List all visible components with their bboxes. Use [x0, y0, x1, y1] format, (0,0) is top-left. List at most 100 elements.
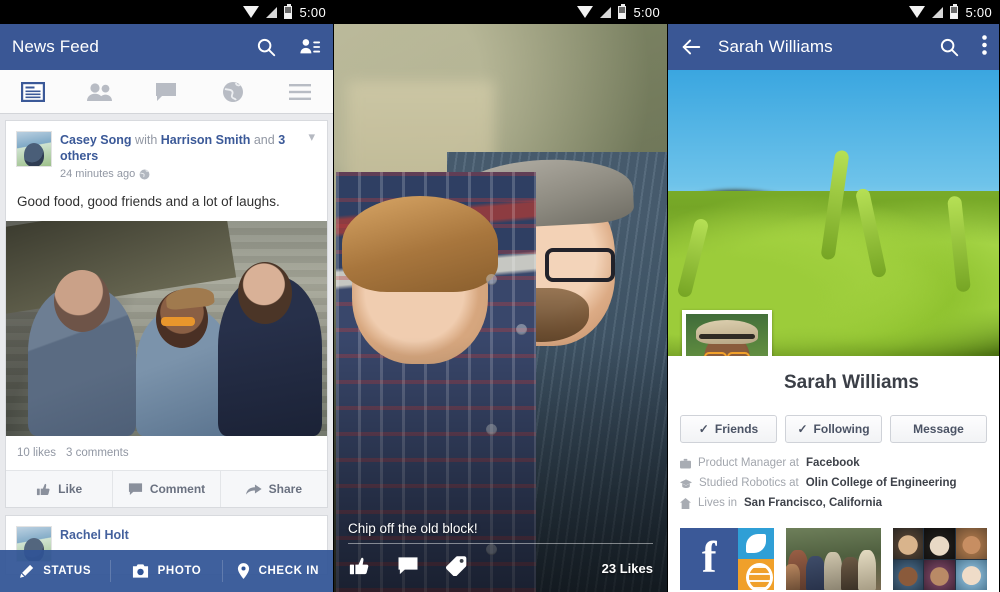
photo-composer-button[interactable]: PHOTO [111, 560, 223, 582]
home-icon [680, 498, 691, 509]
overflow-menu-icon[interactable] [982, 34, 987, 60]
page-title: Sarah Williams [718, 37, 833, 56]
post-photo[interactable] [6, 221, 327, 436]
profile-tiles: About Photos [680, 528, 987, 592]
briefcase-icon [680, 458, 691, 469]
post-timestamp-row: 24 minutes ago [60, 166, 306, 182]
wifi-icon [577, 5, 594, 18]
tab-bar [0, 70, 333, 114]
post-stats: 10 likes 3 comments [6, 436, 327, 471]
friends-icon [86, 82, 112, 101]
and-word: and [253, 133, 275, 147]
hamburger-menu-icon [288, 83, 311, 100]
post-header: Casey Song with Harrison Smith and 3 oth… [6, 121, 327, 188]
photo-like-count[interactable]: 23 Likes [602, 561, 653, 576]
fact-work-value[interactable]: Facebook [806, 456, 860, 471]
signal-icon [600, 7, 612, 18]
with-word: with [135, 133, 158, 147]
thumbs-up-icon [349, 557, 369, 574]
tag-button[interactable] [445, 555, 468, 581]
checkin-composer-button[interactable]: CHECK IN [223, 560, 333, 582]
comment-icon [128, 483, 142, 495]
status-bar: 5:00 [334, 0, 667, 24]
post-tagged-friend[interactable]: Harrison Smith [161, 133, 251, 147]
panel-photo-viewer: 5:00 Chip off the old block! 23 Likes [334, 0, 668, 592]
friend-requests-icon[interactable] [299, 36, 321, 58]
wifi-icon [909, 5, 926, 18]
comment-button[interactable]: Comment [113, 471, 221, 507]
page-title: News Feed [12, 37, 99, 56]
battery-icon [284, 3, 293, 19]
composer-bar: STATUS PHOTO CHECK IN [0, 550, 333, 592]
fact-education-value[interactable]: Olin College of Engineering [806, 476, 957, 491]
wifi-icon [243, 5, 260, 18]
camera-icon [132, 564, 148, 578]
photo-action-bar: 23 Likes [334, 544, 667, 592]
fact-work: Product Manager at Facebook [680, 456, 989, 471]
following-button[interactable]: ✓ Following [785, 415, 882, 443]
search-icon[interactable] [255, 36, 277, 58]
profile-picture[interactable] [682, 310, 772, 356]
post-author[interactable]: Rachel Holt [60, 528, 129, 542]
photo-label: PHOTO [157, 565, 202, 577]
battery-icon [618, 3, 627, 19]
like-count[interactable]: 10 likes [17, 447, 56, 459]
like-button[interactable]: Like [6, 471, 114, 507]
comment-count[interactable]: 3 comments [66, 447, 129, 459]
like-button[interactable] [348, 555, 371, 582]
avatar[interactable] [16, 131, 52, 167]
sidebar-item-friends[interactable] [67, 70, 134, 113]
thumbs-up-icon [37, 483, 50, 495]
status-bar-time: 5:00 [965, 4, 992, 20]
graduation-icon [680, 478, 692, 488]
friends-button[interactable]: ✓ Friends [680, 415, 777, 443]
sidebar-item-messages[interactable] [133, 70, 200, 113]
sidebar-item-more[interactable] [266, 70, 333, 113]
friends-tile-image [892, 528, 987, 590]
status-bar-time: 5:00 [299, 4, 326, 20]
fact-location-prefix: Lives in [698, 497, 737, 509]
panel-news-feed: 5:00 News Feed Casey Song with Harrison … [0, 0, 334, 592]
photo-caption: Chip off the old block! [348, 521, 478, 536]
chevron-down-icon[interactable]: ▾ [306, 130, 317, 182]
news-feed-list[interactable]: Casey Song with Harrison Smith and 3 oth… [0, 114, 333, 592]
status-composer-button[interactable]: STATUS [0, 560, 112, 582]
post-author-line: Casey Song with Harrison Smith and 3 oth… [60, 131, 306, 182]
friends-button-label: Friends [714, 422, 759, 436]
photos-tile-image [786, 528, 881, 590]
status-label: STATUS [43, 565, 92, 577]
fact-location-value[interactable]: San Francisco, California [744, 496, 882, 511]
post-author[interactable]: Casey Song [60, 133, 132, 147]
share-button[interactable]: Share [220, 471, 327, 507]
status-bar-time: 5:00 [633, 4, 660, 20]
profile-facts: Product Manager at Facebook Studied Robo… [680, 456, 989, 516]
about-tile[interactable]: About [680, 528, 775, 592]
globe-icon [139, 169, 150, 179]
comment-button[interactable] [397, 556, 419, 580]
check-icon: ✓ [698, 422, 709, 436]
back-arrow-icon[interactable] [680, 36, 702, 58]
sidebar-item-notifications[interactable] [200, 70, 267, 113]
cover-photo[interactable] [668, 70, 999, 356]
profile-action-buttons: ✓ Friends ✓ Following Message [680, 415, 987, 443]
comment-label: Comment [149, 482, 206, 496]
like-label: Like [58, 482, 83, 496]
news-feed-icon [21, 81, 46, 102]
fact-location: Lives in San Francisco, California [680, 496, 989, 511]
fullscreen-photo[interactable]: Chip off the old block! 23 Likes [334, 24, 667, 592]
fact-education: Studied Robotics at Olin College of Engi… [680, 476, 989, 491]
about-tile-image [680, 528, 775, 590]
share-icon [245, 484, 262, 495]
profile-name: Sarah Williams [784, 372, 919, 393]
fact-education-prefix: Studied Robotics at [699, 477, 799, 489]
pencil-icon [20, 564, 34, 578]
message-button[interactable]: Message [890, 415, 987, 443]
search-icon[interactable] [938, 36, 960, 58]
photos-tile[interactable]: Photos [786, 528, 881, 592]
post-text: Good food, good friends and a lot of lau… [17, 194, 280, 209]
friends-tile[interactable]: Friends [892, 528, 987, 592]
status-bar: 5:00 [668, 0, 999, 24]
sidebar-item-news-feed[interactable] [0, 70, 67, 113]
profile-app-bar: Sarah Williams [668, 24, 999, 70]
check-icon: ✓ [797, 422, 808, 436]
